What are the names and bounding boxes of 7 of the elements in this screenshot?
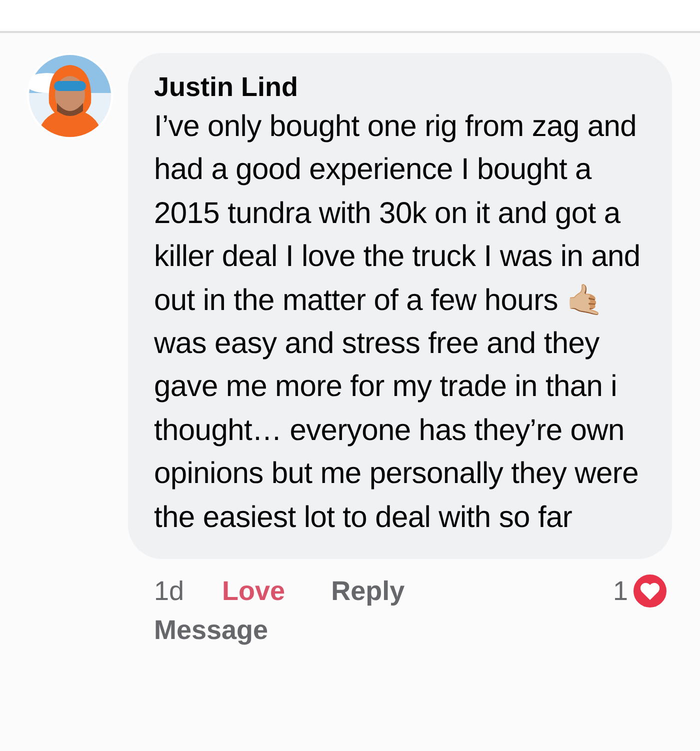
message-button[interactable]: Message bbox=[154, 615, 268, 646]
reaction-count: 1 bbox=[612, 576, 628, 607]
author-name: Justin Lind bbox=[154, 71, 299, 104]
reply-button[interactable]: Reply bbox=[331, 576, 405, 607]
timestamp: 1d bbox=[154, 576, 184, 607]
comment-text: I’ve only bought one rig from zag and had a good experience I bought a 2015 tundra with 30k on it and got a killer deal I love the truck I was in and out in the matter of a few hours 🤙🏼 was easy and stress free and they gave me more for my trade in than i thought… everyone has they’re own opinions but me personally they were the easiest lot to deal with so far bbox=[154, 109, 642, 536]
love-button[interactable]: Love bbox=[222, 576, 286, 607]
